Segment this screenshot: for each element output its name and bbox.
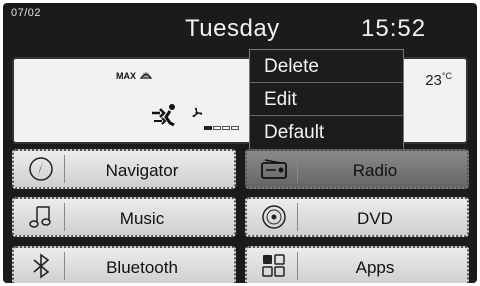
defrost-icon [139,71,152,81]
temperature-unit: °C [441,71,452,81]
temperature-value: 23 [425,72,442,89]
context-menu: Delete Edit Default [249,49,404,150]
dvd-button[interactable]: DVD [245,197,469,237]
airflow-mode-icon [150,103,182,132]
apps-label: Apps [355,258,395,277]
music-button[interactable]: Music [12,197,236,237]
head-unit-screen: 07/02 Tuesday 15:52 MAX 23°C Delete Edit… [3,3,477,283]
menu-item-edit[interactable]: Edit [250,83,403,116]
date-display: 07/02 [11,7,42,19]
fan-speed-indicator [204,117,240,135]
fan-speed-bar [213,126,221,130]
menu-item-default[interactable]: Default [250,116,403,149]
fan-icon [190,107,204,122]
fan-speed-bar [231,126,239,130]
max-defrost-indicator: MAX [116,71,152,81]
radio-button[interactable]: Radio [245,149,469,189]
bluetooth-label: Bluetooth [106,258,178,277]
apps-button[interactable]: Apps [245,246,469,283]
navigator-button[interactable]: Navigator [12,149,236,189]
temperature-display: 23°C [425,71,452,89]
menu-item-delete[interactable]: Delete [250,50,403,83]
day-display: Tuesday [185,15,280,42]
navigator-label: Navigator [105,161,179,180]
music-label: Music [119,209,165,228]
radio-label: Radio [352,161,398,180]
fan-speed-bar [204,126,212,130]
dvd-label: DVD [357,209,393,228]
fan-speed-bar [222,126,230,130]
clock-display: 15:52 [361,15,427,42]
max-defrost-label: MAX [116,71,136,81]
bluetooth-button[interactable]: Bluetooth [12,246,236,283]
